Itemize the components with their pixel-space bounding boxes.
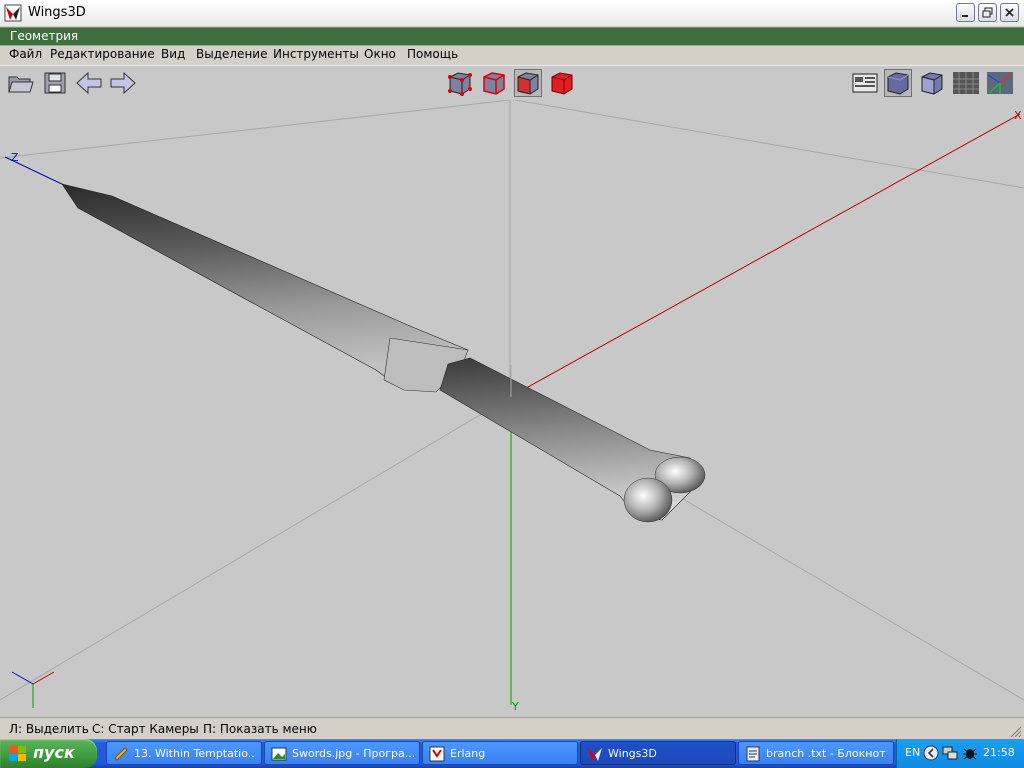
body-mode-icon xyxy=(551,72,573,95)
sword-model[interactable] xyxy=(61,183,706,523)
body-mode-button[interactable] xyxy=(548,69,576,97)
flat-shade-button[interactable] xyxy=(918,69,946,97)
task-wings3d[interactable]: Wings3D xyxy=(580,741,736,765)
redo-button[interactable] xyxy=(109,69,137,97)
task-label: Erlang xyxy=(450,747,486,760)
task-media-player[interactable]: 13. Within Temptatio... xyxy=(106,741,262,765)
task-notepad[interactable]: branch .txt - Блокнот xyxy=(738,741,894,765)
undo-arrow-icon xyxy=(76,71,102,95)
redo-arrow-icon xyxy=(110,71,136,95)
task-label: Wings3D xyxy=(608,747,657,760)
x-axis-label: X xyxy=(1014,109,1022,122)
windows-flag-icon xyxy=(9,746,26,761)
menu-file[interactable]: Файл xyxy=(9,47,42,61)
start-button[interactable]: пуск xyxy=(0,739,97,768)
geometry-panel-title: Геометрия xyxy=(10,29,79,43)
restore-icon xyxy=(982,7,993,18)
menu-tools[interactable]: Инструменты xyxy=(273,47,359,61)
restore-button[interactable] xyxy=(978,3,997,22)
menu-window[interactable]: Окно xyxy=(364,47,396,61)
erlang-icon xyxy=(429,746,445,762)
resize-grip-icon[interactable] xyxy=(1010,726,1022,738)
sword-pommel-right[interactable] xyxy=(623,477,673,523)
workmode-button[interactable] xyxy=(851,69,879,97)
edge-mode-icon xyxy=(483,72,505,95)
menu-bar: Файл Редактирование Вид Выделение Инстру… xyxy=(0,46,1024,65)
task-label: branch .txt - Блокнот xyxy=(766,747,886,760)
menu-select[interactable]: Выделение xyxy=(196,47,267,61)
notepad-icon xyxy=(746,746,760,762)
task-label: Swords.jpg - Програ... xyxy=(292,747,414,760)
x-axis-line xyxy=(509,113,1021,398)
axis-gizmo xyxy=(11,671,55,708)
language-indicator[interactable]: EN xyxy=(905,746,920,759)
groundplane-button[interactable] xyxy=(952,69,980,97)
clock[interactable]: 21:58 xyxy=(983,746,1015,759)
network-icon[interactable] xyxy=(942,745,958,761)
window-title: Wings3D xyxy=(28,5,86,20)
status-bar: Л: Выделить С: Старт Камеры П: Показать … xyxy=(0,717,1024,740)
edge-mode-button[interactable] xyxy=(480,69,508,97)
task-image-viewer[interactable]: Swords.jpg - Програ... xyxy=(264,741,420,765)
wings3d-app-icon xyxy=(4,4,22,22)
face-mode-button[interactable] xyxy=(514,69,542,97)
flat-shade-icon xyxy=(921,72,943,95)
save-icon xyxy=(44,72,66,94)
undo-button[interactable] xyxy=(75,69,103,97)
status-rmb-hint: П: Показать меню xyxy=(203,722,317,736)
system-tray: EN 21:58 xyxy=(896,739,1024,768)
start-label: пуск xyxy=(33,743,75,762)
taskbar: пуск 13. Within Temptatio... Swords.jpg … xyxy=(0,739,1024,768)
title-bar[interactable]: Wings3D xyxy=(0,0,1024,27)
vertex-mode-icon xyxy=(448,72,472,96)
save-button[interactable] xyxy=(41,69,69,97)
z-axis-label: Z xyxy=(11,151,19,164)
open-folder-button[interactable] xyxy=(6,69,34,97)
menu-edit[interactable]: Редактирование xyxy=(50,47,155,61)
smooth-shade-icon xyxy=(887,72,909,95)
minimize-icon xyxy=(962,15,968,17)
bug-icon[interactable] xyxy=(962,745,978,761)
task-label: 13. Within Temptatio... xyxy=(134,747,256,760)
3d-viewport[interactable]: X Y Z xyxy=(0,100,1024,717)
menu-view[interactable]: Вид xyxy=(161,47,185,61)
close-icon xyxy=(1005,8,1014,17)
y-axis-label: Y xyxy=(512,700,519,713)
media-player-icon xyxy=(114,747,128,761)
menu-help[interactable]: Помощь xyxy=(407,47,458,61)
image-viewer-icon xyxy=(271,747,287,761)
smooth-shade-button[interactable] xyxy=(884,69,912,97)
axes-icon xyxy=(987,72,1013,94)
status-mmb-hint: С: Старт Камеры xyxy=(92,722,199,736)
axes-button[interactable] xyxy=(986,69,1014,97)
geometry-panel-header: Геометрия xyxy=(0,27,1024,47)
status-lmb-hint: Л: Выделить xyxy=(9,722,89,736)
task-erlang[interactable]: Erlang xyxy=(422,741,578,765)
close-button[interactable] xyxy=(1000,3,1019,22)
workmode-icon xyxy=(852,73,878,93)
face-mode-icon xyxy=(517,72,539,95)
vertex-mode-button[interactable] xyxy=(446,69,474,97)
scene-canvas[interactable] xyxy=(0,100,1024,717)
open-folder-icon xyxy=(8,76,34,93)
groundplane-icon xyxy=(953,72,979,94)
toolbar xyxy=(0,65,1024,101)
tray-expand-icon[interactable] xyxy=(923,745,939,761)
wings3d-icon xyxy=(588,748,602,761)
minimize-button[interactable] xyxy=(956,3,975,22)
